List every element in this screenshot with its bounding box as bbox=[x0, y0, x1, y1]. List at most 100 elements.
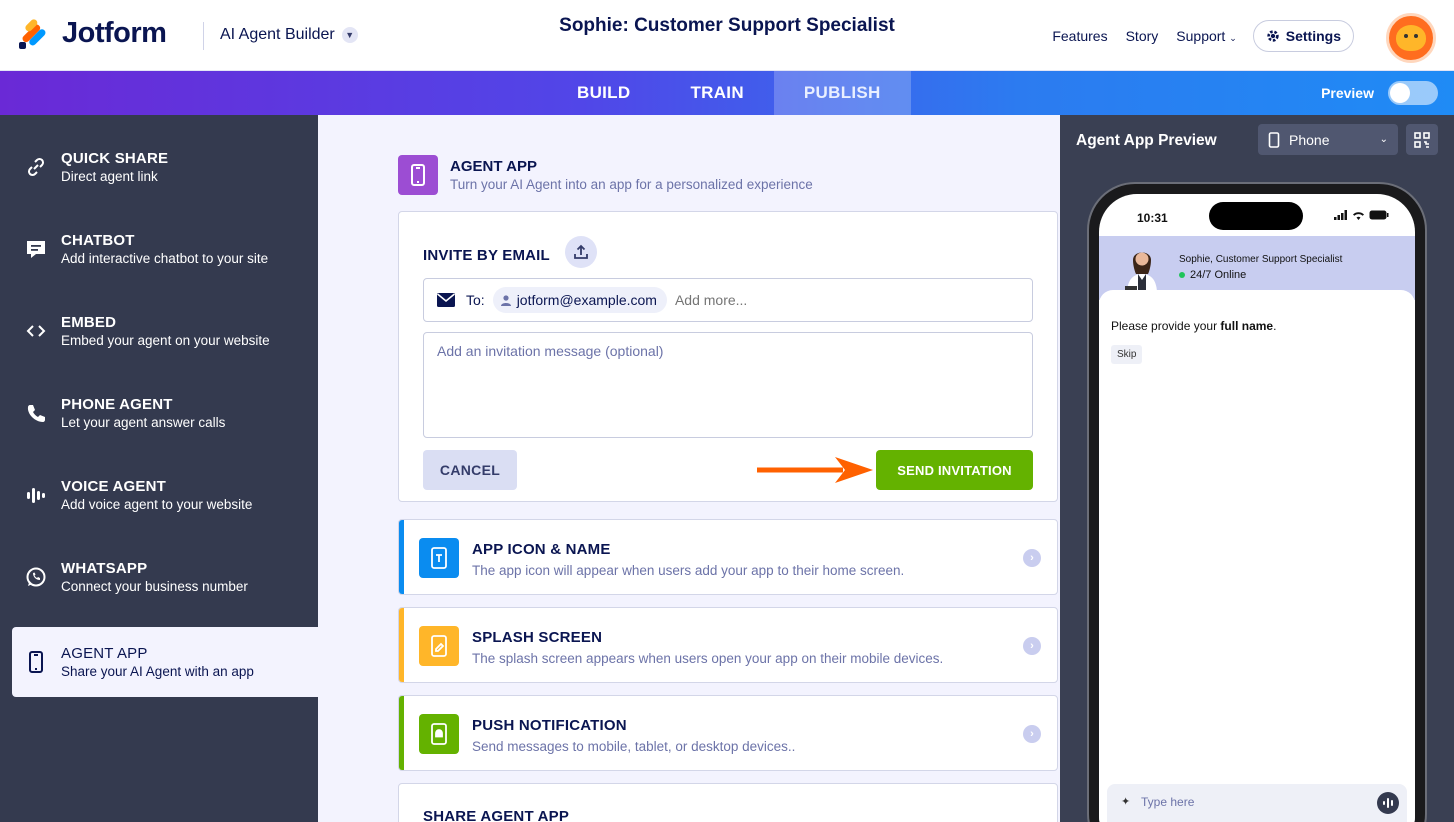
orange-arrow-annotation bbox=[757, 457, 873, 483]
chat-icon bbox=[24, 237, 48, 261]
share-agent-app-card[interactable]: SHARE AGENT APP bbox=[398, 783, 1058, 822]
tab-publish[interactable]: PUBLISH bbox=[773, 71, 911, 115]
header-nav: Features Story Support ⌄ Settings bbox=[1034, 20, 1354, 52]
wifi-icon bbox=[1353, 212, 1364, 220]
chevron-down-icon: ▼ bbox=[341, 27, 358, 43]
qr-code-button[interactable] bbox=[1406, 124, 1438, 155]
device-select[interactable]: Phone ⌄ bbox=[1258, 124, 1398, 155]
agent-question: Please provide your full name. bbox=[1111, 319, 1276, 333]
invitation-message-input[interactable] bbox=[423, 332, 1033, 438]
main-content: AGENT APP Turn your AI Agent into an app… bbox=[318, 115, 1060, 822]
sidebar-item-subtitle: Let your agent answer calls bbox=[61, 415, 226, 430]
nav-story-link[interactable]: Story bbox=[1126, 28, 1159, 44]
user-avatar[interactable] bbox=[1386, 13, 1436, 63]
preview-title: Agent App Preview bbox=[1076, 132, 1217, 149]
to-label: To: bbox=[466, 292, 485, 308]
to-recipients-field[interactable]: To: jotform@example.com bbox=[423, 278, 1033, 322]
nav-support-label: Support bbox=[1176, 28, 1226, 44]
builder-label: AI Agent Builder bbox=[220, 26, 335, 43]
send-invitation-button[interactable]: SEND INVITATION bbox=[876, 450, 1033, 490]
agent-app-header: AGENT APP Turn your AI Agent into an app… bbox=[398, 155, 813, 195]
agent-status: 24/7 Online bbox=[1179, 269, 1246, 281]
sidebar-item-whatsapp[interactable]: WHATSAPP Connect your business number bbox=[12, 542, 318, 612]
sidebar-item-chatbot[interactable]: CHATBOT Add interactive chatbot to your s… bbox=[12, 214, 318, 284]
online-dot-icon bbox=[1179, 272, 1185, 278]
section-subtitle: Turn your AI Agent into an app for a per… bbox=[450, 177, 813, 192]
phone-icon bbox=[24, 401, 48, 425]
chevron-down-icon: ⌄ bbox=[1379, 134, 1388, 145]
upload-icon bbox=[574, 244, 588, 259]
logo-text: Jotform bbox=[62, 17, 167, 49]
recipient-email: jotform@example.com bbox=[516, 292, 657, 308]
sparkle-icon: ✦ bbox=[1121, 796, 1131, 808]
sidebar-item-phone-agent[interactable]: PHONE AGENT Let your agent answer calls bbox=[12, 378, 318, 448]
chevron-down-icon: ⌄ bbox=[1229, 33, 1237, 43]
voice-input-button[interactable] bbox=[1377, 792, 1399, 814]
app-icon-edit-icon bbox=[419, 538, 459, 578]
agent-name: Sophie, Customer Support Specialist bbox=[1179, 254, 1343, 265]
sidebar-item-quick-share[interactable]: QUICK SHARE Direct agent link bbox=[12, 132, 318, 202]
add-more-input[interactable] bbox=[674, 292, 875, 308]
chevron-right-icon: › bbox=[1023, 637, 1041, 655]
tab-train[interactable]: TRAIN bbox=[660, 71, 773, 115]
section-title: AGENT APP bbox=[450, 158, 537, 175]
feature-title: SPLASH SCREEN bbox=[472, 629, 603, 646]
mobile-icon bbox=[24, 650, 48, 674]
sidebar-item-voice-agent[interactable]: VOICE AGENT Add voice agent to your websi… bbox=[12, 460, 318, 530]
chevron-right-icon: › bbox=[1023, 725, 1041, 743]
agent-avatar bbox=[1125, 252, 1157, 294]
voice-icon bbox=[1383, 798, 1393, 808]
code-icon bbox=[24, 319, 48, 343]
whatsapp-icon bbox=[24, 565, 48, 589]
top-header: Jotform AI Agent Builder ▼ Sophie: Custo… bbox=[0, 0, 1454, 71]
nav-support-link[interactable]: Support ⌄ bbox=[1176, 28, 1236, 44]
settings-button[interactable]: Settings bbox=[1252, 20, 1354, 52]
upload-button[interactable] bbox=[565, 236, 597, 268]
builder-selector[interactable]: AI Agent Builder ▼ bbox=[220, 26, 358, 44]
header-divider bbox=[203, 22, 204, 50]
sidebar-item-subtitle: Add interactive chatbot to your site bbox=[61, 251, 269, 266]
jotform-logo[interactable]: Jotform bbox=[18, 17, 167, 50]
phone-screen: 10:31 Sophie, Customer Support Specialis… bbox=[1099, 194, 1415, 822]
sidebar-item-subtitle: Share your AI Agent with an app bbox=[61, 664, 254, 679]
signal-icon bbox=[1334, 210, 1347, 220]
chat-input-placeholder: Type here bbox=[1141, 795, 1195, 809]
feature-app-icon-name[interactable]: APP ICON & NAME The app icon will appear… bbox=[398, 519, 1058, 595]
feature-accent-bar bbox=[399, 696, 404, 770]
cancel-button[interactable]: CANCEL bbox=[423, 450, 517, 490]
sidebar-item-embed[interactable]: EMBED Embed your agent on your website bbox=[12, 296, 318, 366]
tab-build[interactable]: BUILD bbox=[547, 71, 660, 115]
gear-icon bbox=[1267, 30, 1279, 42]
sidebar-item-subtitle: Embed your agent on your website bbox=[61, 333, 270, 348]
chat-input-bar[interactable]: ✦ Type here bbox=[1107, 784, 1407, 822]
phone-frame: 10:31 Sophie, Customer Support Specialis… bbox=[1087, 182, 1427, 822]
sidebar-item-title: VOICE AGENT bbox=[61, 478, 166, 495]
tab-bar: BUILD TRAIN PUBLISH Preview bbox=[0, 71, 1454, 115]
feature-subtitle: Send messages to mobile, tablet, or desk… bbox=[472, 739, 796, 754]
sidebar-item-subtitle: Direct agent link bbox=[61, 169, 158, 184]
mail-icon bbox=[436, 293, 456, 307]
sidebar-item-title: QUICK SHARE bbox=[61, 150, 169, 167]
sidebar-item-title: PHONE AGENT bbox=[61, 396, 173, 413]
chevron-right-icon: › bbox=[1023, 549, 1041, 567]
link-icon bbox=[24, 155, 48, 179]
feature-splash-screen[interactable]: SPLASH SCREEN The splash screen appears … bbox=[398, 607, 1058, 683]
invite-by-email-card: INVITE BY EMAIL To: jotform@example.com … bbox=[398, 211, 1058, 502]
sidebar-item-title: WHATSAPP bbox=[61, 560, 148, 577]
nav-features-link[interactable]: Features bbox=[1052, 28, 1107, 44]
recipient-chip[interactable]: jotform@example.com bbox=[492, 287, 667, 313]
user-icon bbox=[500, 294, 511, 306]
feature-title: PUSH NOTIFICATION bbox=[472, 717, 627, 734]
feature-push-notification[interactable]: PUSH NOTIFICATION Send messages to mobil… bbox=[398, 695, 1058, 771]
preview-toggle[interactable] bbox=[1388, 81, 1438, 105]
preview-label: Preview bbox=[1321, 85, 1374, 101]
toggle-knob bbox=[1390, 83, 1410, 103]
feature-title: APP ICON & NAME bbox=[472, 541, 611, 558]
agent-status-text: 24/7 Online bbox=[1190, 269, 1247, 281]
sidebar-item-subtitle: Connect your business number bbox=[61, 579, 248, 594]
status-icons bbox=[1334, 210, 1389, 220]
status-time: 10:31 bbox=[1137, 211, 1168, 225]
skip-button[interactable]: Skip bbox=[1111, 345, 1143, 364]
sidebar-item-agent-app[interactable]: AGENT APP Share your AI Agent with an app bbox=[12, 627, 318, 697]
sidebar-item-title: AGENT APP bbox=[61, 645, 148, 662]
